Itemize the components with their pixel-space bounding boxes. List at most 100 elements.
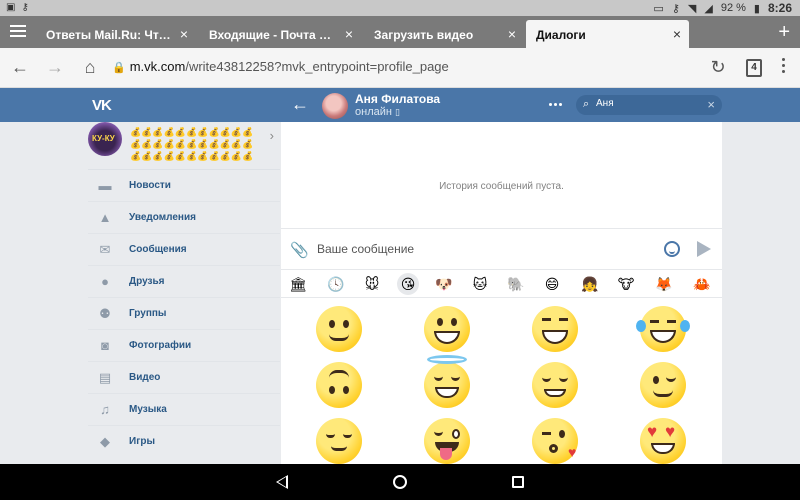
sidebar-item-video[interactable]: ▤ Видео xyxy=(88,362,280,394)
sticker-pack-6-icon[interactable]: 👧 xyxy=(579,273,601,295)
search-input[interactable] xyxy=(596,98,696,109)
bell-icon: ▲ xyxy=(98,210,112,225)
sidebar-item-label: Новости xyxy=(129,180,171,191)
sidebar-item-label: Игры xyxy=(129,436,156,447)
groups-icon: ⚉ xyxy=(99,306,111,321)
sidebar-item-music[interactable]: ♫ Музыка xyxy=(88,394,280,426)
sidebar-item-games[interactable]: ◆ Игры xyxy=(88,426,280,458)
android-recents-icon[interactable] xyxy=(512,476,524,488)
tab-count-button[interactable]: 4 xyxy=(746,59,762,77)
battery-icon: ▮ xyxy=(753,2,760,15)
close-tab-icon[interactable]: × xyxy=(345,26,353,42)
friends-icon: ● xyxy=(101,274,109,289)
emoji-smiley-icon[interactable]: 😘 xyxy=(397,273,419,295)
browser-tab-active[interactable]: Диалоги × xyxy=(526,20,689,48)
browser-tab[interactable]: Ответы Mail.Ru: Что де × xyxy=(36,20,196,48)
contact-status: онлайн ▯ xyxy=(355,106,400,118)
avatar-label: КУ-КУ xyxy=(92,134,115,143)
smiling-halo-emoji[interactable] xyxy=(424,355,470,408)
close-tab-icon[interactable]: × xyxy=(673,26,681,42)
sidebar-item-groups[interactable]: ⚉ Группы xyxy=(88,298,280,330)
back-arrow-icon[interactable]: ← xyxy=(10,57,30,77)
clear-search-icon[interactable]: × xyxy=(707,97,715,112)
sidebar-item-photos[interactable]: ◙ Фотографии xyxy=(88,330,280,362)
news-icon: ▬ xyxy=(98,178,112,193)
sticker-pack-1-icon[interactable]: 🐭 xyxy=(361,273,383,295)
relieved-grin-emoji[interactable] xyxy=(532,362,578,408)
browser-tab[interactable]: Входящие - Почта Mail. × xyxy=(199,20,361,48)
music-icon: ♫ xyxy=(100,402,110,417)
url-field[interactable]: 🔒 m.vk.com/write43812258?mvk_entrypoint=p… xyxy=(112,59,449,74)
tab-title: Диалоги xyxy=(536,28,586,42)
vk-logo[interactable]: VK xyxy=(92,97,112,114)
tab-title: Ответы Mail.Ru: Что де xyxy=(46,28,174,42)
winking-tongue-emoji[interactable] xyxy=(424,418,470,464)
overflow-menu-icon[interactable] xyxy=(782,58,786,76)
close-tab-icon[interactable]: × xyxy=(508,26,516,42)
mobile-icon: ▯ xyxy=(395,107,400,117)
sticker-pack-8-icon[interactable]: 🦊 xyxy=(653,273,675,295)
sidebar-item-label: Сообщения xyxy=(129,244,187,255)
android-home-icon[interactable] xyxy=(393,475,407,489)
android-nav-bar xyxy=(0,464,800,500)
sidebar-item-label: Видео xyxy=(129,372,161,383)
url-host: m.vk.com xyxy=(129,59,186,74)
android-back-icon[interactable] xyxy=(276,475,288,489)
address-bar: ← → ⌂ 🔒 m.vk.com/write43812258?mvk_entryp… xyxy=(0,48,800,88)
sticker-pack-9-icon[interactable]: 🦀 xyxy=(691,273,713,295)
send-icon[interactable] xyxy=(697,241,711,257)
forward-arrow-icon[interactable]: → xyxy=(45,57,65,77)
new-tab-button[interactable]: + xyxy=(778,21,790,44)
kissing-heart-emoji[interactable]: ♥ xyxy=(532,418,578,464)
sidebar-item-friends[interactable]: ● Друзья xyxy=(88,266,280,298)
contact-avatar[interactable] xyxy=(322,93,348,119)
sticker-pack-3-icon[interactable]: 🐱 xyxy=(469,273,491,295)
sticker-pack-2-icon[interactable]: 🐶 xyxy=(433,273,455,295)
wifi-icon: ◥ xyxy=(687,2,697,15)
attach-paperclip-icon[interactable]: 📎 xyxy=(290,241,309,259)
emoji-toggle-icon[interactable] xyxy=(664,241,680,257)
sticker-pack-5-icon[interactable]: 😄 xyxy=(541,273,563,295)
tears-of-joy-emoji[interactable] xyxy=(636,306,690,352)
laughing-emoji[interactable] xyxy=(532,306,578,352)
sidebar-item-label: Уведомления xyxy=(129,212,196,223)
more-actions-icon[interactable] xyxy=(549,103,562,106)
clock: 8:26 xyxy=(767,1,792,15)
signal-icon: ◢ xyxy=(704,2,713,15)
tab-title: Загрузить видео xyxy=(374,28,474,42)
heart-eyes-emoji[interactable]: ♥ ♥ xyxy=(640,418,686,464)
grinning-emoji[interactable] xyxy=(424,306,470,352)
winking-emoji[interactable] xyxy=(640,362,686,408)
upside-down-emoji[interactable] xyxy=(316,362,362,408)
emoji-grid: ♥ ♥ ♥ xyxy=(281,302,722,464)
sticker-pack-4-icon[interactable]: 🐘 xyxy=(505,273,527,295)
search-icon: ⌕ xyxy=(583,98,590,110)
sticker-pack-7-icon[interactable]: 🐮 xyxy=(615,273,637,295)
contact-name[interactable]: Аня Филатова xyxy=(355,92,440,106)
slightly-smiling-emoji[interactable] xyxy=(316,306,362,352)
user-avatar[interactable]: КУ-КУ xyxy=(88,122,122,156)
store-icon[interactable]: 🏛 xyxy=(287,273,309,295)
chat-panel: История сообщений пуста. 📎 🏛 🕓 🐭 😘 🐶 🐱 🐘… xyxy=(281,122,722,464)
profile-block[interactable]: КУ-КУ 💰💰💰💰💰💰💰💰💰💰💰💰💰💰💰💰💰💰💰💰💰💰💰💰💰💰💰💰💰💰💰💰💰 … xyxy=(88,122,280,170)
chevron-right-icon[interactable]: › xyxy=(270,128,274,143)
sidebar-item-label: Музыка xyxy=(129,404,167,415)
url-path: /write43812258?mvk_entrypoint=profile_pa… xyxy=(185,59,449,74)
close-tab-icon[interactable]: × xyxy=(180,26,188,42)
sidebar-item-messages[interactable]: ✉ Сообщения xyxy=(88,234,280,266)
recent-clock-icon[interactable]: 🕓 xyxy=(325,273,347,295)
key-notification-icon: ⚷ xyxy=(21,2,29,13)
back-arrow-icon[interactable]: ← xyxy=(291,94,309,115)
sidebar-item-label: Фотографии xyxy=(129,340,192,351)
sticker-tab-bar: 🏛 🕓 🐭 😘 🐶 🐱 🐘 😄 👧 🐮 🦊 🦀 xyxy=(281,270,722,298)
lock-icon: 🔒 xyxy=(112,62,126,74)
message-input[interactable] xyxy=(317,238,647,260)
home-icon[interactable]: ⌂ xyxy=(80,57,100,77)
menu-icon[interactable] xyxy=(10,25,26,39)
pensive-smile-emoji[interactable] xyxy=(316,418,362,464)
sidebar-item-notifications[interactable]: ▲ Уведомления xyxy=(88,202,280,234)
browser-tab[interactable]: Загрузить видео × xyxy=(364,20,524,48)
reload-icon[interactable]: ↻ xyxy=(708,57,728,77)
sidebar-item-news[interactable]: ▬ Новости xyxy=(88,170,280,202)
vk-header: VK ← Аня Филатова онлайн ▯ ⌕ × xyxy=(0,88,800,122)
